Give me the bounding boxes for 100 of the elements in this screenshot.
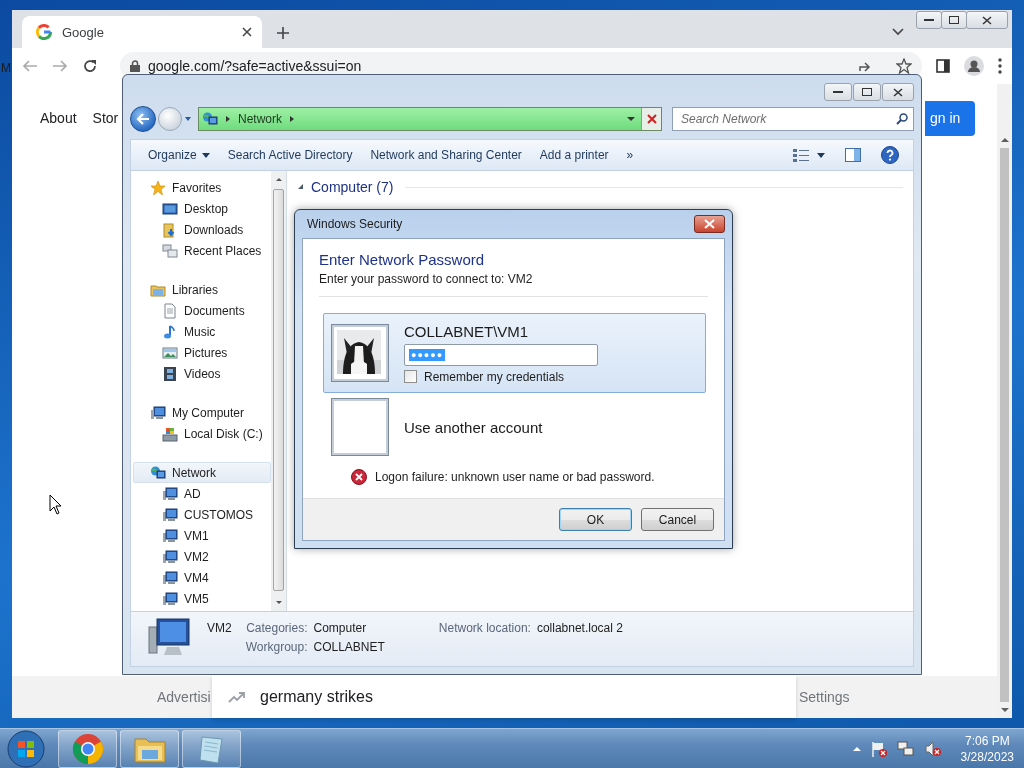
nav-item[interactable]: Libraries xyxy=(133,279,271,300)
more-button[interactable]: » xyxy=(617,143,643,167)
nav-item[interactable]: Downloads xyxy=(133,219,271,240)
footer-link[interactable]: Settings xyxy=(799,689,850,705)
star-outline-icon xyxy=(896,58,912,74)
nav-item[interactable]: Local Disk (C:) xyxy=(133,423,271,444)
toolbar-button[interactable]: Network and Sharing Center xyxy=(361,143,531,167)
account-tile[interactable]: Use another account xyxy=(323,397,706,457)
dialog-button[interactable]: Cancel xyxy=(641,508,714,531)
minimize-button[interactable] xyxy=(824,83,852,101)
menu-button[interactable]: Organize xyxy=(139,143,219,167)
scrollbar-thumb[interactable] xyxy=(273,189,284,591)
new-tab-icon[interactable] xyxy=(276,26,290,40)
reload-icon[interactable] xyxy=(82,58,98,74)
action-center-icon xyxy=(869,739,888,758)
computer-icon xyxy=(150,404,166,421)
nav-item[interactable]: VM5 xyxy=(133,588,271,609)
preview-pane-icon xyxy=(845,148,861,162)
caret-icon xyxy=(817,152,825,158)
toolbar-button[interactable]: Add a printer xyxy=(530,143,618,167)
browser-tab[interactable]: Google xyxy=(22,16,262,48)
scroll-down-icon xyxy=(274,599,283,607)
nav-item[interactable]: VM4 xyxy=(133,567,271,588)
dialog-title: Windows Security xyxy=(307,217,403,231)
nav-item[interactable]: Music xyxy=(133,321,271,342)
nav-link[interactable]: Stor xyxy=(92,110,119,126)
g-logo-icon xyxy=(36,24,52,40)
trending-icon xyxy=(228,691,246,703)
scrollbar-thumb[interactable] xyxy=(1000,148,1009,702)
back-button[interactable] xyxy=(130,106,156,132)
scroll-up-icon xyxy=(1000,136,1009,144)
account-name: COLLABNET\VM1 xyxy=(404,322,530,340)
network-globe-icon xyxy=(150,464,166,481)
music-note-icon xyxy=(162,323,178,340)
side-panel-icon[interactable] xyxy=(936,59,950,73)
taskbar-button[interactable] xyxy=(58,729,117,768)
details-label: Workgroup: xyxy=(245,640,308,654)
error-message: Logon failure: unknown user name or bad password. xyxy=(375,470,655,484)
dialog-button[interactable]: OK xyxy=(559,508,632,531)
chrome-icon xyxy=(71,732,104,765)
search-field[interactable]: Search Network xyxy=(672,107,914,131)
maximize-button[interactable] xyxy=(853,83,881,101)
nav-item[interactable]: Desktop xyxy=(133,198,271,219)
more-icon[interactable] xyxy=(998,58,1002,74)
close-button[interactable] xyxy=(694,215,725,233)
nav-item[interactable]: AD xyxy=(133,483,271,504)
checkbox[interactable] xyxy=(404,370,417,383)
avatar-frame xyxy=(332,399,388,455)
film-strip-icon xyxy=(162,365,178,382)
caret-icon xyxy=(184,115,192,123)
back-arrow-icon xyxy=(136,113,150,125)
footer-link[interactable]: Advertisi xyxy=(157,689,211,705)
close-icon[interactable] xyxy=(242,27,252,37)
view-options-button[interactable] xyxy=(793,148,825,162)
nav-item[interactable]: Recent Places xyxy=(133,240,271,261)
computer-icon xyxy=(162,569,178,586)
close-button[interactable] xyxy=(882,83,914,101)
toolbar-button[interactable]: Search Active Directory xyxy=(218,143,362,167)
nav-item[interactable]: Documents xyxy=(133,300,271,321)
desktop-icon-label: M xyxy=(1,61,11,75)
search-suggestion[interactable]: germany strikes xyxy=(212,676,796,718)
stop-button[interactable] xyxy=(641,108,661,130)
nav-item[interactable]: Network xyxy=(133,462,271,483)
help-icon xyxy=(881,146,899,164)
nav-item[interactable]: Favorites xyxy=(133,177,271,198)
details-label: Network location: xyxy=(438,621,531,635)
computer-icon xyxy=(162,590,178,607)
computer-icon xyxy=(162,485,178,502)
nav-item[interactable]: Videos xyxy=(133,363,271,384)
breadcrumb-item[interactable]: Network xyxy=(238,112,282,126)
chevron-icon xyxy=(224,115,232,123)
chevron-icon xyxy=(288,115,296,123)
close-icon xyxy=(893,87,903,97)
sign-in-button[interactable]: gn in xyxy=(925,100,975,136)
account-tile[interactable]: COLLABNET\VM1 ●●●●● Remember my credentials xyxy=(323,313,706,393)
group-header[interactable]: Computer (7) xyxy=(311,179,394,195)
nav-item[interactable]: VM2 xyxy=(133,546,271,567)
nav-item[interactable]: CUSTOMOS xyxy=(133,504,271,525)
nav-item[interactable]: Pictures xyxy=(133,342,271,363)
start-button[interactable] xyxy=(4,728,48,768)
picture-frame-icon xyxy=(162,344,178,361)
restore-icon xyxy=(949,16,959,24)
close-button[interactable] xyxy=(966,11,1008,29)
chevron-down-icon[interactable] xyxy=(892,28,904,36)
breadcrumb-bar[interactable]: Network xyxy=(198,107,662,131)
nav-item[interactable]: VM1 xyxy=(133,525,271,546)
minimize-button[interactable] xyxy=(916,11,942,29)
nav-item[interactable]: My Computer xyxy=(133,402,271,423)
taskbar-button[interactable] xyxy=(182,729,241,768)
profile-icon[interactable] xyxy=(964,56,984,76)
nav-link[interactable]: About xyxy=(40,110,77,126)
dialog-subtitle: Enter your password to connect to: VM2 xyxy=(319,272,534,286)
network-globe-icon xyxy=(202,111,218,127)
restore-button[interactable] xyxy=(941,11,967,29)
close-icon xyxy=(982,15,992,25)
collapse-icon xyxy=(297,183,305,191)
lock-icon xyxy=(130,60,140,72)
monitor-icon xyxy=(162,200,178,217)
search-icon xyxy=(896,113,908,125)
taskbar-button[interactable] xyxy=(120,729,179,768)
